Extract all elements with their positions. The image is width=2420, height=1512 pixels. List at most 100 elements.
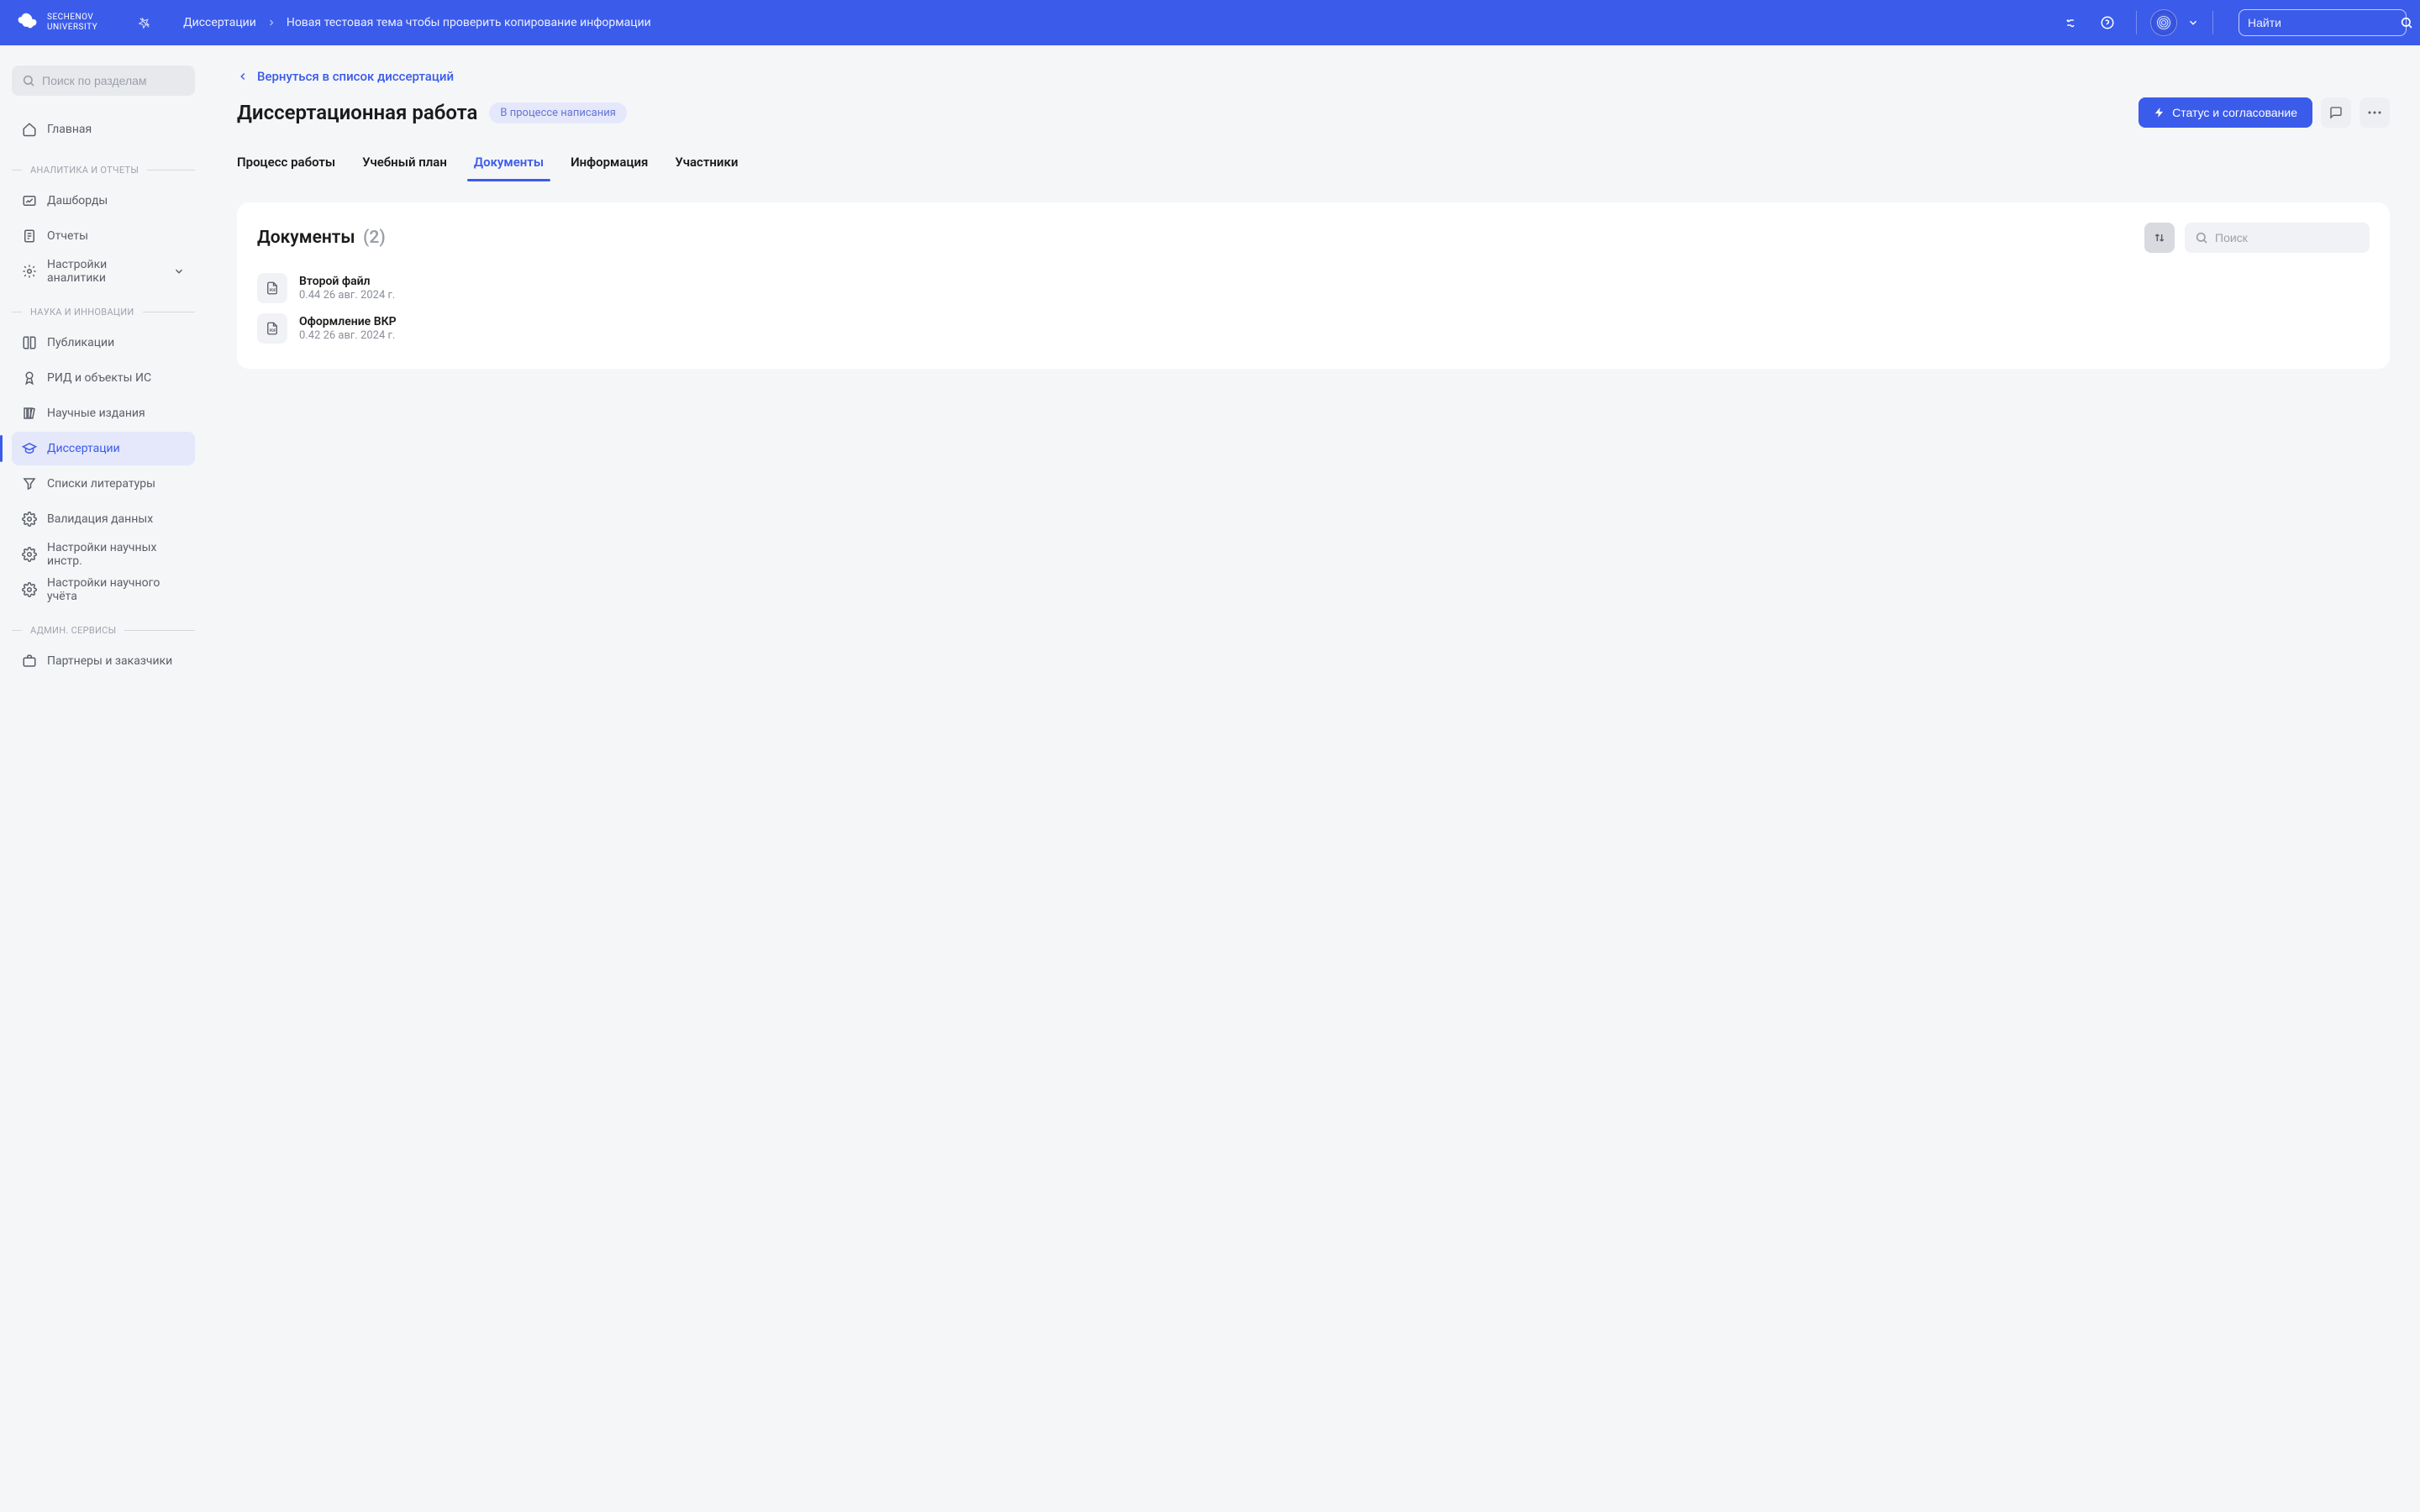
tab[interactable]: Документы (474, 148, 544, 181)
card-tools (2144, 223, 2370, 253)
logo-text-1: SECHENOV (47, 13, 97, 23)
gear2-icon (22, 547, 37, 562)
nav-item[interactable]: Научные издания (12, 396, 195, 430)
breadcrumb-root[interactable]: Диссертации (183, 16, 256, 29)
status-badge: В процессе написания (489, 102, 626, 123)
nav-label: Списки литературы (47, 477, 155, 491)
nav-section-header: НАУКА И ИННОВАЦИИ (12, 307, 195, 318)
document-row[interactable]: PDF Оформление ВКР 0.42 26 авг. 2024 г. (257, 308, 2370, 349)
nav-label: Публикации (47, 336, 114, 349)
nav-label: Главная (47, 123, 92, 136)
pdf-icon: PDF (257, 313, 287, 344)
divider (2212, 11, 2213, 34)
dashboard-icon (22, 193, 37, 208)
svg-text:PDF: PDF (270, 289, 276, 293)
chevron-down-icon[interactable] (2187, 17, 2199, 29)
nav-label: Настройки аналитики (47, 258, 163, 285)
search-icon (2400, 16, 2413, 29)
book-icon (22, 335, 37, 350)
library-icon (22, 406, 37, 421)
filter-icon (22, 476, 37, 491)
search-icon (22, 74, 35, 87)
gear2-icon (22, 512, 37, 527)
home-icon (22, 122, 37, 137)
logo-text-2: UNIVERSITY (47, 23, 97, 33)
nav-item[interactable]: Дашборды (12, 184, 195, 218)
logo[interactable]: SECHENOV UNIVERSITY (13, 10, 97, 35)
cap-icon (22, 441, 37, 456)
logo-icon (13, 10, 39, 35)
gear-icon (22, 264, 37, 279)
nav-item[interactable]: Настройки научного учёта (12, 573, 195, 606)
tab[interactable]: Информация (571, 148, 648, 181)
page-header: Диссертационная работа В процессе написа… (237, 97, 2390, 128)
card-header: Документы (2) (257, 223, 2370, 253)
nav-item[interactable]: Диссертации (12, 432, 195, 465)
document-name: Второй файл (299, 275, 395, 288)
tab[interactable]: Процесс работы (237, 148, 335, 181)
document-row[interactable]: PDF Второй файл 0.44 26 авг. 2024 г. (257, 268, 2370, 308)
nav-label: Партнеры и заказчики (47, 654, 172, 668)
nav-label: Отчеты (47, 229, 88, 243)
comment-button[interactable] (2321, 97, 2351, 128)
help-button[interactable] (2092, 8, 2123, 38)
docs-search-input[interactable] (2215, 231, 2367, 244)
status-approval-button[interactable]: Статус и согласование (2139, 97, 2312, 128)
briefcase-icon (22, 654, 37, 669)
settings-button[interactable] (2055, 8, 2086, 38)
app-header: SECHENOV UNIVERSITY Диссертации Новая те… (0, 0, 2420, 45)
nav-item[interactable]: Настройки аналитики (12, 255, 195, 288)
nav-item[interactable]: Списки литературы (12, 467, 195, 501)
award-icon (22, 370, 37, 386)
nav-item[interactable]: Отчеты (12, 219, 195, 253)
tab[interactable]: Учебный план (362, 148, 447, 181)
header-actions (2055, 8, 2407, 38)
page-title: Диссертационная работа (237, 101, 477, 124)
gear2-icon (22, 582, 37, 597)
nav-label: Дашборды (47, 194, 108, 207)
report-icon (22, 228, 37, 244)
nav-label: Научные издания (47, 407, 145, 420)
tabs: Процесс работы Учебный план Документы Инфор… (237, 148, 2390, 182)
nav-home[interactable]: Главная (12, 113, 195, 146)
nav-label: Настройки научных инстр. (47, 541, 185, 568)
sidebar-search-input[interactable] (42, 74, 194, 87)
sidebar: Главная АНАЛИТИКА И ОТЧЕТЫ Дашборды Отчеты… (0, 45, 207, 1512)
nav-item[interactable]: Валидация данных (12, 502, 195, 536)
pdf-icon: PDF (257, 273, 287, 303)
document-meta: 0.44 26 авг. 2024 г. (299, 289, 395, 302)
back-link[interactable]: Вернуться в список диссертаций (237, 69, 454, 84)
pin-button[interactable] (131, 9, 158, 36)
sort-button[interactable] (2144, 223, 2175, 253)
tab[interactable]: Участники (675, 148, 738, 181)
svg-text:PDF: PDF (270, 329, 276, 333)
document-name: Оформление ВКР (299, 315, 397, 328)
nav-section-header: АДМИН. СЕРВИСЫ (12, 625, 195, 636)
page-actions: Статус и согласование (2139, 97, 2390, 128)
global-search-input[interactable] (2248, 16, 2400, 29)
sidebar-search[interactable] (12, 66, 195, 96)
chevron-left-icon (237, 71, 249, 82)
nav-label: Диссертации (47, 442, 120, 455)
global-search[interactable] (2238, 9, 2407, 36)
button-label: Статус и согласование (2172, 106, 2297, 119)
breadcrumb-current[interactable]: Новая тестовая тема чтобы проверить копи… (287, 16, 651, 29)
nav-item[interactable]: РИД и объекты ИС (12, 361, 195, 395)
lightning-icon (2154, 107, 2165, 118)
nav-section-header: АНАЛИТИКА И ОТЧЕТЫ (12, 165, 195, 176)
chevron-right-icon (266, 18, 276, 28)
nav-item[interactable]: Публикации (12, 326, 195, 360)
nav-label: РИД и объекты ИС (47, 371, 151, 385)
divider (2136, 11, 2137, 34)
more-button[interactable] (2360, 97, 2390, 128)
breadcrumb: Диссертации Новая тестовая тема чтобы пр… (183, 16, 2055, 29)
nav-label: Валидация данных (47, 512, 153, 526)
docs-search[interactable] (2185, 223, 2370, 253)
chevron-down-icon (173, 265, 185, 277)
nav-item[interactable]: Настройки научных инстр. (12, 538, 195, 571)
avatar[interactable] (2150, 9, 2177, 36)
card-title: Документы (257, 228, 355, 248)
nav-item[interactable]: Партнеры и заказчики (12, 644, 195, 678)
back-label: Вернуться в список диссертаций (257, 69, 454, 84)
main-content: Вернуться в список диссертаций Диссертац… (207, 45, 2420, 1512)
